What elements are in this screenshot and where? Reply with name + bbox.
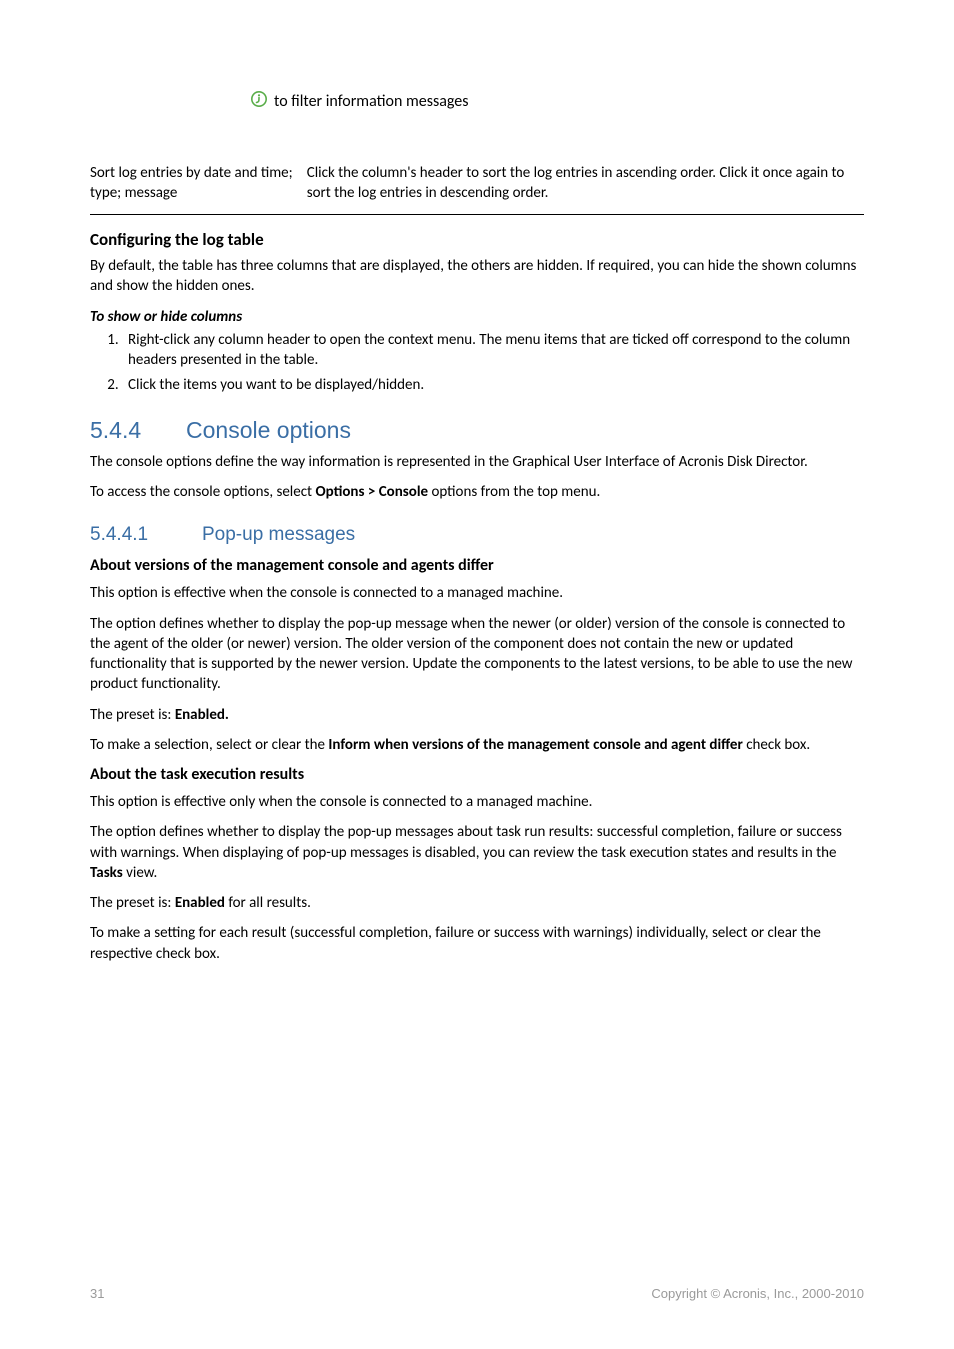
- checkbox-label-bold: Inform when versions of the management c…: [328, 736, 742, 754]
- about-versions-heading: About versions of the management console…: [90, 556, 864, 575]
- text-fragment: The preset is:: [90, 894, 175, 912]
- configuring-heading: Configuring the log table: [90, 229, 864, 250]
- sort-desc-right: Click the column's header to sort the lo…: [307, 163, 864, 214]
- sort-desc-left: Sort log entries by date and time; type;…: [90, 163, 307, 214]
- show-hide-list: Right-click any column header to open th…: [90, 330, 864, 395]
- section-body-1: The console options define the way infor…: [90, 452, 864, 472]
- text-fragment: The preset is:: [90, 706, 175, 724]
- section-title: Console options: [186, 417, 351, 443]
- about-task-p4: To make a setting for each result (succe…: [90, 923, 864, 964]
- about-task-preset: The preset is: Enabled for all results.: [90, 893, 864, 913]
- text-fragment: check box.: [743, 736, 810, 754]
- list-item: Click the items you want to be displayed…: [122, 375, 864, 395]
- text-fragment: To access the console options, select: [90, 483, 315, 501]
- about-task-p2: The option defines whether to display th…: [90, 822, 864, 883]
- menu-path-bold: Options > Console: [315, 483, 428, 501]
- text-fragment: The option defines whether to display th…: [90, 823, 842, 861]
- show-hide-heading: To show or hide columns: [90, 308, 864, 326]
- section-heading: 5.4.4Console options: [90, 417, 864, 444]
- about-versions-preset: The preset is: Enabled.: [90, 705, 864, 725]
- copyright-text: Copyright © Acronis, Inc., 2000-2010: [651, 1286, 864, 1301]
- section-body-2: To access the console options, select Op…: [90, 482, 864, 502]
- subsection-number: 5.4.4.1: [90, 524, 202, 546]
- about-task-p1: This option is effective only when the c…: [90, 792, 864, 812]
- page-container: to filter information messages Sort log …: [0, 0, 954, 1349]
- text-fragment: options from the top menu.: [428, 483, 600, 501]
- page-number: 31: [90, 1286, 104, 1301]
- text-fragment: for all results.: [225, 894, 311, 912]
- configuring-body: By default, the table has three columns …: [90, 256, 864, 297]
- text-fragment: To make a selection, select or clear the: [90, 736, 328, 754]
- preset-value: Enabled.: [175, 706, 229, 724]
- page-footer: 31 Copyright © Acronis, Inc., 2000-2010: [90, 1286, 864, 1301]
- about-versions-p1: This option is effective when the consol…: [90, 583, 864, 603]
- preset-value: Enabled: [175, 894, 225, 912]
- subsection-title: Pop-up messages: [202, 524, 355, 545]
- tasks-view-bold: Tasks: [90, 864, 123, 882]
- table-row: Sort log entries by date and time; type;…: [90, 163, 864, 214]
- info-icon: [250, 90, 268, 113]
- filter-info-row: to filter information messages: [90, 90, 864, 113]
- sort-table: Sort log entries by date and time; type;…: [90, 163, 864, 215]
- subsection-heading: 5.4.4.1Pop-up messages: [90, 524, 864, 546]
- list-item: Right-click any column header to open th…: [122, 330, 864, 371]
- about-versions-p4: To make a selection, select or clear the…: [90, 735, 864, 755]
- section-number: 5.4.4: [90, 417, 186, 444]
- about-task-heading: About the task execution results: [90, 765, 864, 784]
- text-fragment: view.: [123, 864, 158, 882]
- filter-info-text: to filter information messages: [274, 92, 469, 111]
- about-versions-p2: The option defines whether to display th…: [90, 614, 864, 695]
